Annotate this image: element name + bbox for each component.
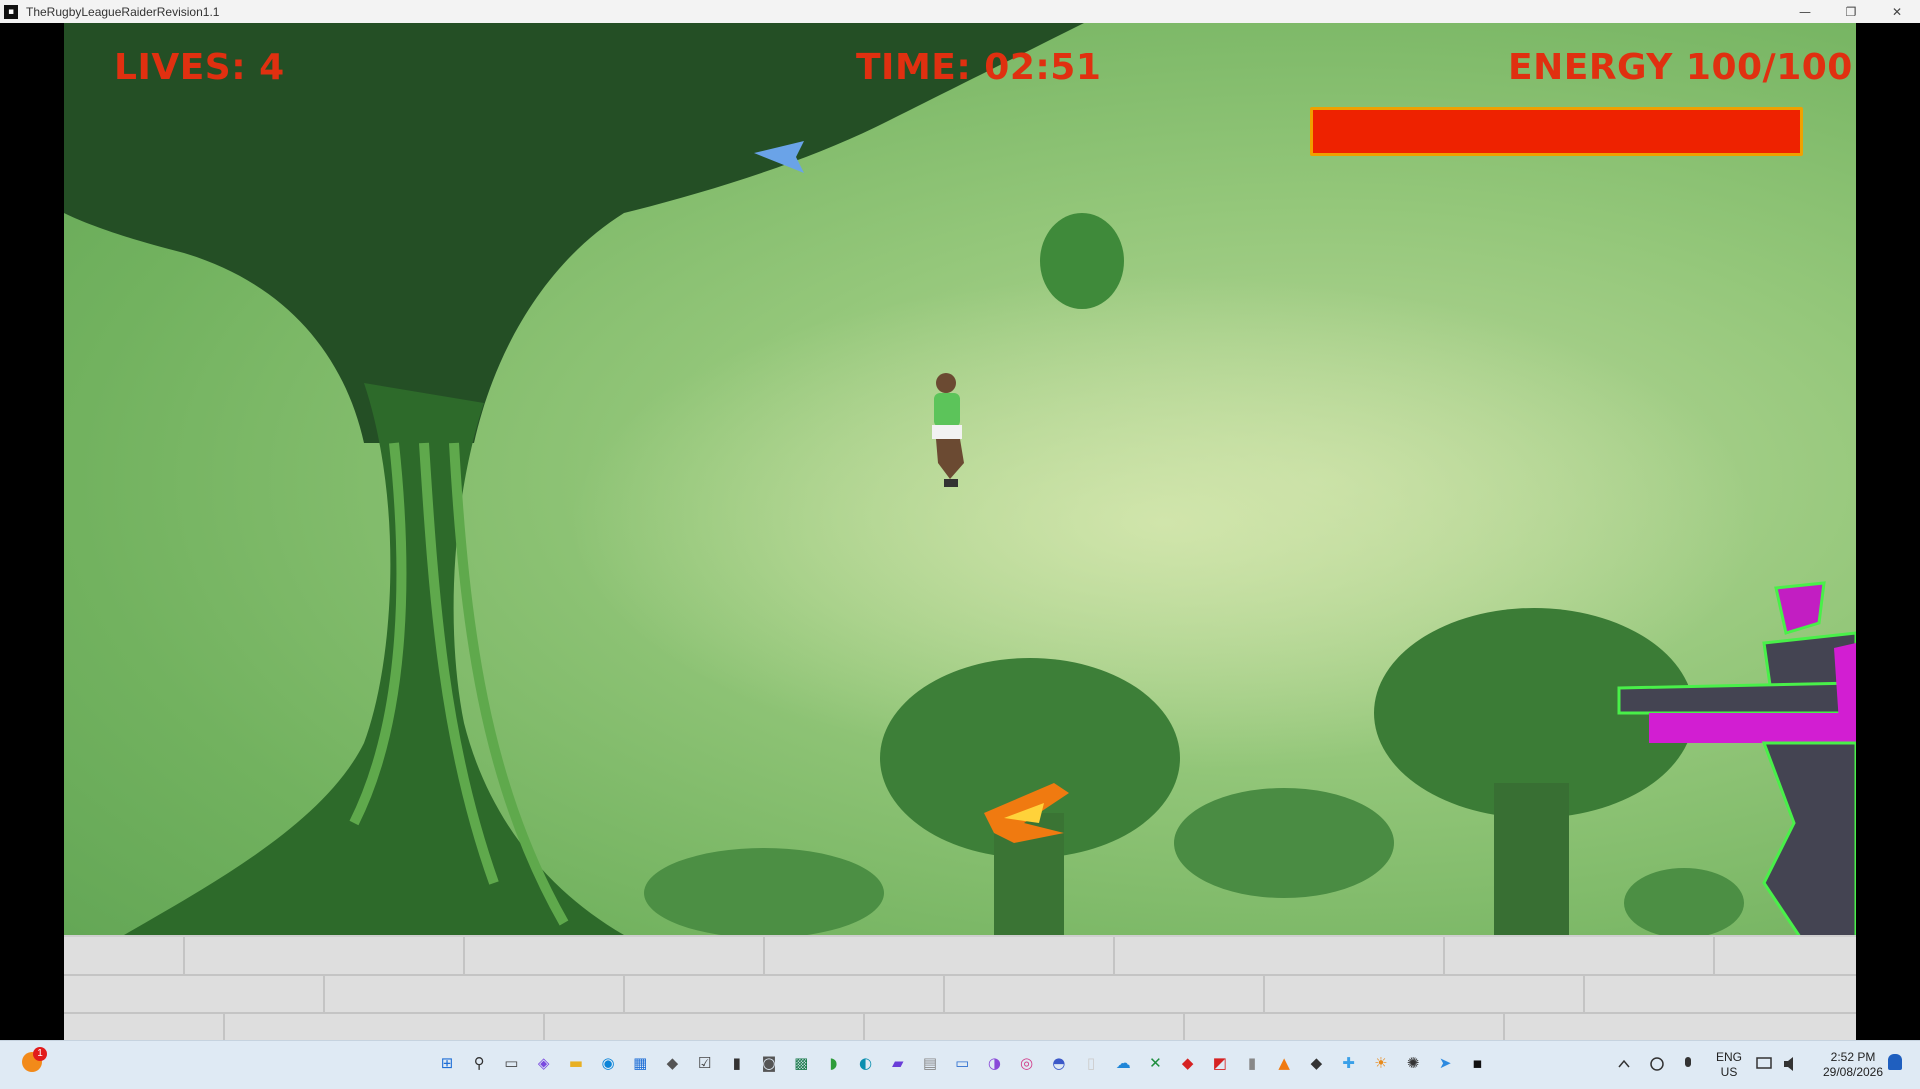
app-icon[interactable]: ◆: [1307, 1054, 1325, 1072]
app-icon[interactable]: ◗: [824, 1054, 842, 1072]
file-explorer-icon[interactable]: ▬: [567, 1054, 585, 1072]
time-counter: TIME: 02:51: [856, 47, 1102, 88]
game-icon[interactable]: ▪: [1468, 1054, 1486, 1072]
app-icon[interactable]: ◎: [1018, 1054, 1036, 1072]
app-icon[interactable]: ▭: [953, 1054, 971, 1072]
player-sprite: [932, 373, 964, 487]
restore-button[interactable]: ❐: [1828, 0, 1874, 23]
store-icon[interactable]: ▦: [631, 1054, 649, 1072]
energy-bar-fill: [1313, 110, 1800, 153]
bush: [644, 848, 884, 938]
app-icon[interactable]: ▤: [921, 1054, 939, 1072]
display-icon[interactable]: [1756, 1057, 1772, 1069]
app-icon[interactable]: ▮: [1243, 1054, 1261, 1072]
window-titlebar: ▪ TheRugbyLeagueRaiderRevision1.1 — ❐ ✕: [0, 0, 1920, 23]
app-icon[interactable]: ◐: [857, 1054, 875, 1072]
mushroom-tree: [1174, 788, 1394, 898]
app-icon[interactable]: ◆: [663, 1054, 681, 1072]
copilot-icon[interactable]: ◈: [535, 1054, 553, 1072]
background-scene: [64, 23, 1856, 976]
brick-pattern: [64, 937, 1856, 1040]
lives-counter: LIVES: 4: [114, 47, 285, 88]
app-icon[interactable]: ☀: [1372, 1054, 1390, 1072]
microphone-icon[interactable]: [1685, 1057, 1691, 1067]
app-icon: ▪: [4, 4, 18, 19]
clock[interactable]: 2:52 PM 29/08/2026: [1820, 1050, 1886, 1080]
tray-status-icons: [1756, 1057, 1793, 1071]
document-icon[interactable]: ▯: [1082, 1054, 1100, 1072]
clock-time: 2:52 PM: [1830, 1050, 1876, 1064]
vivaldi-icon[interactable]: ◆: [1179, 1054, 1197, 1072]
search-icon[interactable]: ⚲: [470, 1054, 488, 1072]
game-canvas[interactable]: LIVES: 4 TIME: 02:51 ENERGY 100/100: [64, 23, 1856, 1040]
chart-icon[interactable]: ▮: [728, 1054, 746, 1072]
app-icon[interactable]: ◓: [1050, 1054, 1068, 1072]
notification-bell-icon[interactable]: [1888, 1054, 1902, 1070]
app-icon[interactable]: ▰: [889, 1054, 907, 1072]
energy-label: ENERGY 100/100: [1508, 47, 1853, 88]
close-button[interactable]: ✕: [1874, 0, 1920, 23]
app-icon[interactable]: ◩: [1211, 1054, 1229, 1072]
window-controls: — ❐ ✕: [1782, 0, 1920, 23]
window-title: TheRugbyLeagueRaiderRevision1.1: [26, 4, 220, 19]
language-indicator[interactable]: ENG US: [1714, 1050, 1744, 1080]
energy-bar: [1310, 107, 1803, 156]
floating-orb: [1040, 213, 1124, 309]
chevron-up-icon[interactable]: [1618, 1059, 1630, 1068]
task-view-icon[interactable]: ▭: [502, 1054, 520, 1072]
language-code: ENG: [1715, 1050, 1742, 1064]
app-icon[interactable]: ➤: [1436, 1054, 1454, 1072]
xbox-icon[interactable]: ✕: [1146, 1054, 1164, 1072]
notification-badge: 1: [33, 1047, 47, 1061]
clock-date: 29/08/2026: [1822, 1065, 1884, 1079]
edge-icon[interactable]: ◉: [599, 1054, 617, 1072]
camera-icon[interactable]: ◙: [760, 1054, 778, 1072]
windows-start-icon[interactable]: ⊞: [438, 1054, 456, 1072]
grid-app-icon[interactable]: ▩: [792, 1054, 810, 1072]
network-off-icon[interactable]: [1650, 1057, 1664, 1071]
app-icon[interactable]: ◑: [985, 1054, 1003, 1072]
region-code: US: [1720, 1065, 1738, 1079]
app-icon[interactable]: ✚: [1340, 1054, 1358, 1072]
checklist-icon[interactable]: ☑: [696, 1054, 714, 1072]
system-tray-icons: [1618, 1057, 1691, 1071]
stone-wall-ground: [64, 935, 1856, 1040]
volume-icon[interactable]: [1784, 1057, 1793, 1071]
vlc-icon[interactable]: ▲: [1275, 1054, 1293, 1072]
onedrive-icon[interactable]: ☁: [1114, 1054, 1132, 1072]
mushroom-stem: [1494, 783, 1569, 935]
minimize-button[interactable]: —: [1782, 0, 1828, 23]
bush: [1624, 868, 1744, 938]
chatgpt-icon[interactable]: ✺: [1404, 1054, 1422, 1072]
tree-trunk: [124, 383, 624, 935]
